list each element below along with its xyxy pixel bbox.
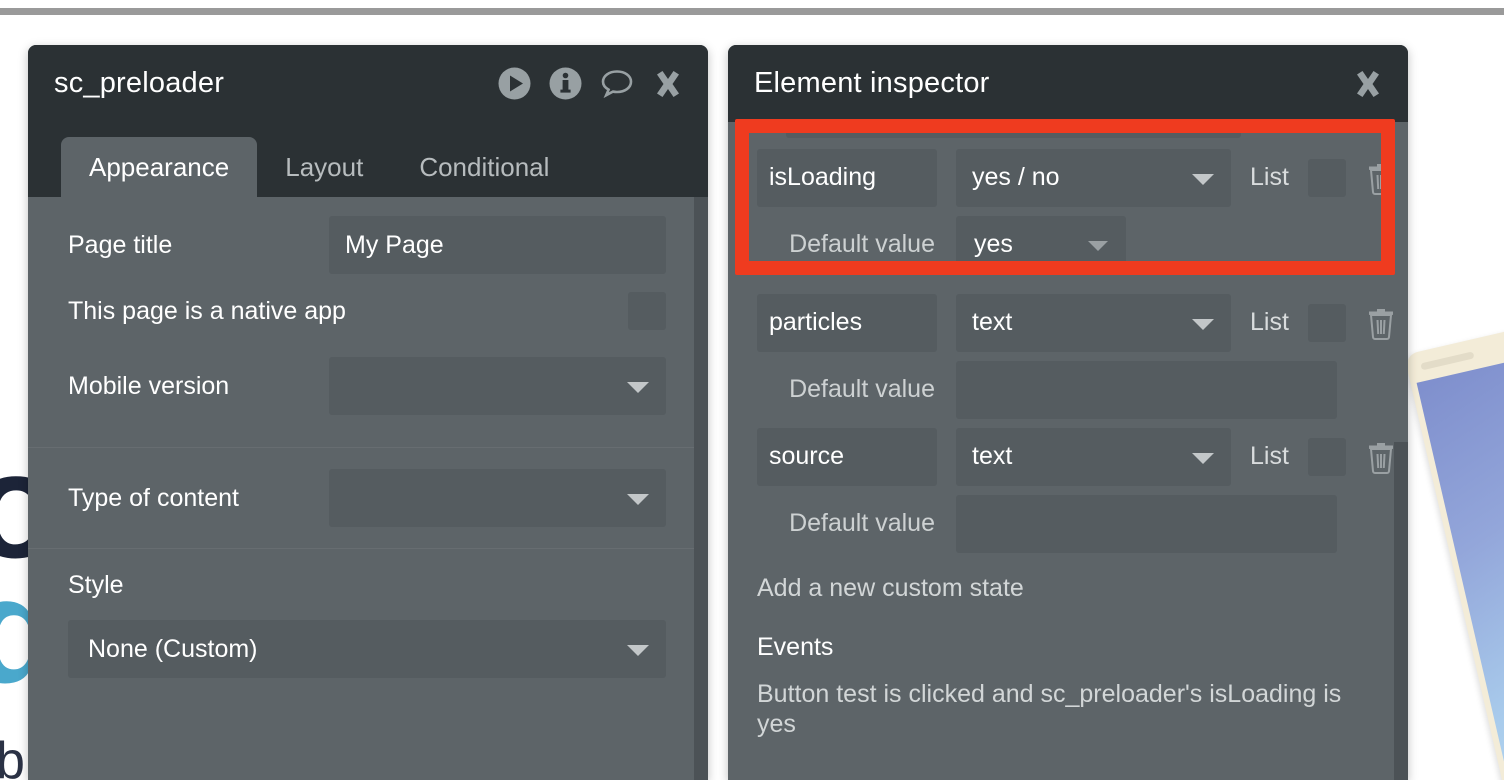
delete-icon[interactable]: [1365, 161, 1397, 195]
device-speaker: [1420, 351, 1475, 371]
state-row-particles: particles text List: [728, 289, 1408, 356]
comment-icon[interactable]: [600, 67, 634, 100]
list-checkbox[interactable]: [1307, 303, 1346, 342]
mobile-version-dropdown[interactable]: [329, 357, 666, 415]
default-row-isloading: Default value yes: [728, 211, 1408, 278]
inspector-scrollbar-thumb[interactable]: [1394, 442, 1408, 780]
default-row-source: Default value: [728, 490, 1408, 557]
state-type-dropdown[interactable]: yes / no: [956, 148, 1231, 207]
delete-icon[interactable]: [1365, 306, 1397, 340]
default-value-input[interactable]: [956, 494, 1337, 553]
state-row-isloading: isLoading yes / no List: [728, 144, 1408, 211]
chevron-down-icon: [1088, 240, 1108, 251]
page-title-input[interactable]: My Page: [329, 216, 666, 274]
left-panel-scrollbar[interactable]: [694, 197, 708, 780]
default-value-label: Default value: [789, 375, 935, 403]
list-checkbox[interactable]: [1307, 437, 1346, 476]
default-row-particles: Default value: [728, 356, 1408, 423]
content-section: Type of content: [28, 448, 708, 548]
chevron-down-icon: [1192, 318, 1214, 330]
type-of-content-label: Type of content: [68, 483, 239, 512]
style-label: Style: [68, 571, 124, 599]
chevron-down-icon: [1192, 452, 1214, 464]
events-heading: Events: [757, 633, 834, 661]
close-icon[interactable]: [1352, 68, 1384, 100]
chevron-down-icon: [627, 494, 649, 505]
state-type-value: text: [972, 442, 1013, 470]
device-screen: [1416, 327, 1504, 780]
state-type-value: text: [972, 308, 1013, 336]
native-app-checkbox[interactable]: [628, 292, 666, 330]
state-name-input[interactable]: particles: [757, 293, 937, 352]
state-name-input[interactable]: source: [757, 427, 937, 486]
style-dropdown[interactable]: None (Custom): [68, 620, 666, 678]
clipped-field: [786, 122, 1241, 138]
event-item[interactable]: Button test is clicked and sc_preloader'…: [728, 662, 1408, 739]
native-app-label: This page is a native app: [68, 296, 346, 325]
play-icon[interactable]: [498, 67, 531, 100]
list-label: List: [1250, 308, 1289, 336]
style-section: Style None (Custom): [28, 549, 708, 678]
default-value-input[interactable]: [956, 360, 1337, 419]
appearance-panel: Page title My Page This page is a native…: [28, 197, 708, 780]
screen: o d bl sc_preloader: [0, 0, 1504, 780]
default-value-text: yes: [974, 230, 1013, 258]
row-mobile-version: Mobile version: [28, 347, 708, 425]
chevron-down-icon: [1192, 173, 1214, 185]
info-icon[interactable]: [549, 67, 582, 100]
chevron-down-icon: [627, 645, 649, 656]
state-type-dropdown[interactable]: text: [956, 293, 1231, 352]
tab-appearance[interactable]: Appearance: [61, 137, 258, 197]
row-native-app: This page is a native app: [28, 275, 708, 347]
row-type-of-content: Type of content: [28, 448, 708, 548]
page-title-label: Page title: [68, 230, 173, 259]
mobile-version-label: Mobile version: [68, 371, 230, 400]
close-icon[interactable]: [652, 68, 684, 100]
inspector-title: Element inspector: [754, 67, 990, 99]
state-row-source: source text List: [728, 423, 1408, 490]
state-type-dropdown[interactable]: text: [956, 427, 1231, 486]
chevron-down-icon: [627, 382, 649, 393]
tab-conditional[interactable]: Conditional: [391, 137, 577, 197]
tab-layout[interactable]: Layout: [257, 137, 391, 197]
state-type-value: yes / no: [972, 163, 1060, 191]
inspector-titlebar-actions: [1352, 68, 1384, 100]
add-custom-state-link[interactable]: Add a new custom state: [728, 557, 1408, 603]
inspector-panel: isLoading yes / no List Default value ye…: [728, 122, 1408, 780]
delete-icon[interactable]: [1365, 440, 1397, 474]
list-label: List: [1250, 163, 1289, 191]
page-top-rule: [0, 8, 1504, 15]
inspector-titlebar: Element inspector: [728, 45, 1408, 122]
list-checkbox[interactable]: [1307, 158, 1346, 197]
background-tablet-mockup: [1404, 296, 1504, 780]
list-label: List: [1250, 442, 1289, 470]
tabbar: Appearance Layout Conditional: [28, 122, 708, 197]
page-properties-dialog: sc_preloader Appearance Layout Condition…: [28, 45, 708, 780]
default-value-dropdown[interactable]: yes: [956, 215, 1126, 274]
type-of-content-dropdown[interactable]: [329, 469, 666, 527]
titlebar-actions: [498, 67, 684, 100]
default-value-label: Default value: [789, 509, 935, 537]
style-value: None (Custom): [88, 634, 258, 663]
default-value-label: Default value: [789, 230, 935, 258]
event-item-clipped: [728, 739, 1408, 753]
page-settings-section: Page title My Page This page is a native…: [28, 197, 708, 425]
state-name-input[interactable]: isLoading: [757, 148, 937, 207]
element-inspector-dialog: Element inspector isLoading yes / no Lis…: [728, 45, 1408, 780]
dialog-titlebar: sc_preloader: [28, 45, 708, 122]
clipped-state-row: [728, 122, 1408, 138]
row-page-title: Page title My Page: [28, 197, 708, 275]
page-title: sc_preloader: [54, 67, 225, 99]
